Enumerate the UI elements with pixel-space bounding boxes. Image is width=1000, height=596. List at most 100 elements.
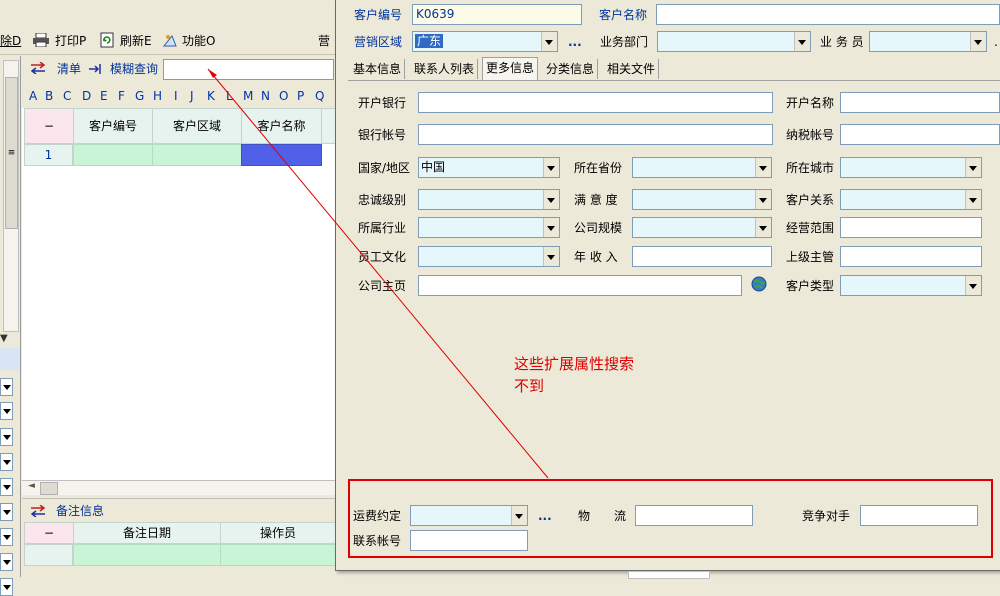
- strip-combo-8[interactable]: [0, 553, 13, 571]
- homepage-input[interactable]: [418, 275, 742, 296]
- scroll-left-icon[interactable]: ◄: [28, 481, 35, 491]
- account-name-input[interactable]: [840, 92, 1000, 113]
- table-row[interactable]: 1: [24, 144, 336, 166]
- delete-button[interactable]: 除D: [0, 34, 21, 48]
- strip-combo-5[interactable]: [0, 478, 13, 496]
- chevron-down-icon[interactable]: [755, 158, 771, 177]
- contact-account-input[interactable]: [410, 530, 528, 551]
- strip-combo-4[interactable]: [0, 453, 13, 471]
- chevron-down-icon[interactable]: [543, 218, 559, 237]
- customer-type-select[interactable]: [840, 275, 982, 296]
- staff-ellipsis[interactable]: .: [994, 35, 998, 49]
- notes-col-date[interactable]: 备注日期: [73, 522, 221, 544]
- notes-row-operator[interactable]: [220, 544, 336, 566]
- competitor-input[interactable]: [860, 505, 978, 526]
- chevron-down-icon[interactable]: [965, 158, 981, 177]
- strip-combo-2[interactable]: [0, 402, 13, 420]
- letter-m[interactable]: M: [243, 89, 253, 103]
- row-cell-customer-region[interactable]: [152, 144, 242, 166]
- country-select[interactable]: 中国: [418, 157, 560, 178]
- chevron-down-icon[interactable]: [543, 190, 559, 209]
- letter-e[interactable]: E: [100, 89, 108, 103]
- notes-col-operator[interactable]: 操作员: [220, 522, 336, 544]
- letter-b[interactable]: B: [45, 89, 53, 103]
- letter-o[interactable]: O: [279, 89, 288, 103]
- chevron-down-icon[interactable]: [794, 32, 810, 51]
- chevron-down-icon[interactable]: [541, 32, 557, 51]
- province-select[interactable]: [632, 157, 772, 178]
- fuzzy-search-input[interactable]: [163, 59, 334, 80]
- strip-combo-7[interactable]: [0, 528, 13, 546]
- strip-scrollbar[interactable]: ≡: [3, 60, 19, 332]
- industry-select[interactable]: [418, 217, 560, 238]
- region-select[interactable]: 广东: [412, 31, 558, 52]
- strip-combo-1[interactable]: [0, 378, 13, 396]
- letter-i[interactable]: I: [174, 89, 178, 103]
- row-cell-customer-no[interactable]: [73, 144, 153, 166]
- freight-select[interactable]: [410, 505, 528, 526]
- chevron-down-icon[interactable]: [511, 506, 527, 525]
- tax-account-input[interactable]: [840, 124, 1000, 145]
- letter-a[interactable]: A: [29, 89, 37, 103]
- letter-l[interactable]: L: [226, 89, 233, 103]
- staff-select[interactable]: [869, 31, 987, 52]
- chevron-down-icon[interactable]: [965, 190, 981, 209]
- supervisor-input[interactable]: [840, 246, 982, 267]
- strip-scroll-thumb[interactable]: ≡: [5, 77, 18, 229]
- letter-n[interactable]: N: [261, 89, 270, 103]
- scale-select[interactable]: [632, 217, 772, 238]
- function-button[interactable]: 功能O: [182, 34, 215, 48]
- chevron-down-icon[interactable]: [755, 190, 771, 209]
- tab-related-files[interactable]: 相关文件: [604, 59, 660, 79]
- satisfaction-select[interactable]: [632, 189, 772, 210]
- region-ellipsis-button[interactable]: ...: [568, 35, 582, 49]
- print-button[interactable]: 打印P: [55, 34, 86, 48]
- letter-d[interactable]: D: [82, 89, 91, 103]
- grid-hscrollbar[interactable]: ◄: [22, 480, 336, 495]
- letter-q[interactable]: Q: [315, 89, 324, 103]
- customer-no-input[interactable]: K0639: [412, 4, 582, 25]
- customer-name-input[interactable]: [656, 4, 1000, 25]
- chevron-down-icon[interactable]: [543, 158, 559, 177]
- hscroll-thumb[interactable]: [40, 482, 58, 495]
- chevron-down-icon[interactable]: [965, 276, 981, 295]
- letter-c[interactable]: C: [63, 89, 71, 103]
- grid-corner[interactable]: −: [24, 108, 74, 144]
- grid-col-customer-name[interactable]: 客户名称: [241, 108, 322, 144]
- chevron-down-icon[interactable]: [755, 218, 771, 237]
- letter-h[interactable]: H: [153, 89, 162, 103]
- globe-icon[interactable]: [751, 276, 767, 292]
- letter-g[interactable]: G: [135, 89, 144, 103]
- notes-row-date[interactable]: [73, 544, 221, 566]
- logistics-input[interactable]: [635, 505, 753, 526]
- strip-combo-6[interactable]: [0, 503, 13, 521]
- tab-basic-info[interactable]: 基本信息: [350, 59, 406, 79]
- letter-p[interactable]: P: [297, 89, 304, 103]
- row-cell-customer-name[interactable]: [241, 144, 322, 166]
- strip-combo-9[interactable]: [0, 578, 13, 596]
- tab-more-info[interactable]: 更多信息: [482, 57, 539, 80]
- dept-select[interactable]: [657, 31, 811, 52]
- tab-category-info[interactable]: 分类信息: [543, 59, 599, 79]
- tab-contacts[interactable]: 联系人列表: [411, 59, 479, 79]
- chevron-down-icon[interactable]: [543, 247, 559, 266]
- city-select[interactable]: [840, 157, 982, 178]
- refresh-button[interactable]: 刷新E: [120, 34, 152, 48]
- letter-j[interactable]: J: [190, 89, 194, 103]
- scope-input[interactable]: [840, 217, 982, 238]
- notes-row[interactable]: [24, 544, 336, 566]
- freight-ellipsis-button[interactable]: ...: [538, 509, 552, 523]
- bank-account-input[interactable]: [418, 124, 773, 145]
- strip-combo-3[interactable]: [0, 428, 13, 446]
- grid-col-customer-no[interactable]: 客户编号: [73, 108, 153, 144]
- culture-select[interactable]: [418, 246, 560, 267]
- bank-input[interactable]: [418, 92, 773, 113]
- letter-f[interactable]: F: [118, 89, 125, 103]
- relation-select[interactable]: [840, 189, 982, 210]
- notes-corner[interactable]: −: [24, 522, 74, 544]
- list-link[interactable]: 清单: [57, 62, 81, 76]
- letter-k[interactable]: K: [207, 89, 215, 103]
- income-input[interactable]: [632, 246, 772, 267]
- grid-col-customer-region[interactable]: 客户区域: [152, 108, 242, 144]
- loyalty-select[interactable]: [418, 189, 560, 210]
